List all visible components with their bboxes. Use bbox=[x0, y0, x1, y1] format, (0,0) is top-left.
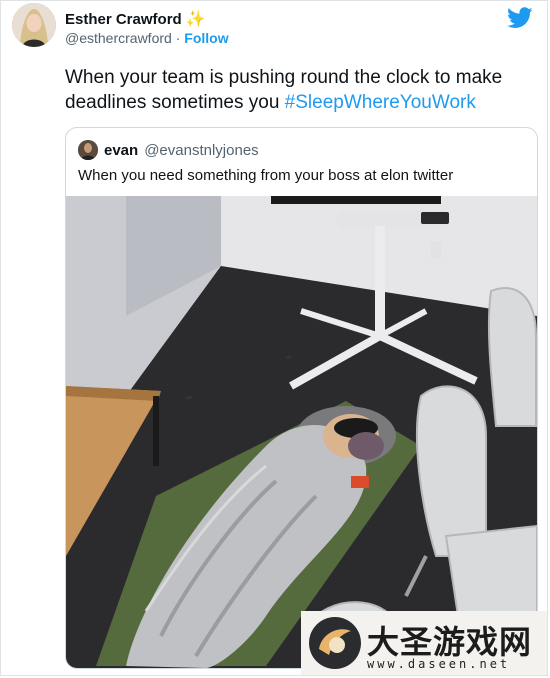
watermark: 大圣游戏网 www.daseen.net bbox=[301, 611, 547, 675]
hashtag-link[interactable]: #SleepWhereYouWork bbox=[285, 92, 476, 113]
quoted-tweet[interactable]: evan @evanstnlyjones When you need somet… bbox=[65, 127, 538, 669]
separator: · bbox=[175, 30, 181, 46]
twitter-bird-icon[interactable] bbox=[507, 7, 533, 34]
quoted-avatar[interactable] bbox=[78, 140, 98, 160]
quoted-photo[interactable] bbox=[66, 196, 537, 668]
watermark-logo bbox=[309, 617, 361, 669]
author-name[interactable]: Esther Crawford bbox=[65, 11, 182, 28]
sparkles-icon: ✨ bbox=[185, 11, 206, 28]
watermark-url: www.daseen.net bbox=[367, 657, 511, 671]
author-handle[interactable]: @esthercrawford bbox=[65, 30, 172, 46]
author-avatar[interactable] bbox=[12, 3, 56, 47]
quoted-name[interactable]: evan bbox=[104, 142, 138, 159]
quoted-text: When you need something from your boss a… bbox=[78, 167, 454, 184]
tweet-card: Esther Crawford ✨ @esthercrawford · Foll… bbox=[0, 0, 548, 676]
tweet-text: When your team is pushing round the cloc… bbox=[65, 65, 535, 115]
quoted-handle[interactable]: @evanstnlyjones bbox=[144, 142, 258, 159]
follow-button[interactable]: Follow bbox=[184, 30, 228, 46]
